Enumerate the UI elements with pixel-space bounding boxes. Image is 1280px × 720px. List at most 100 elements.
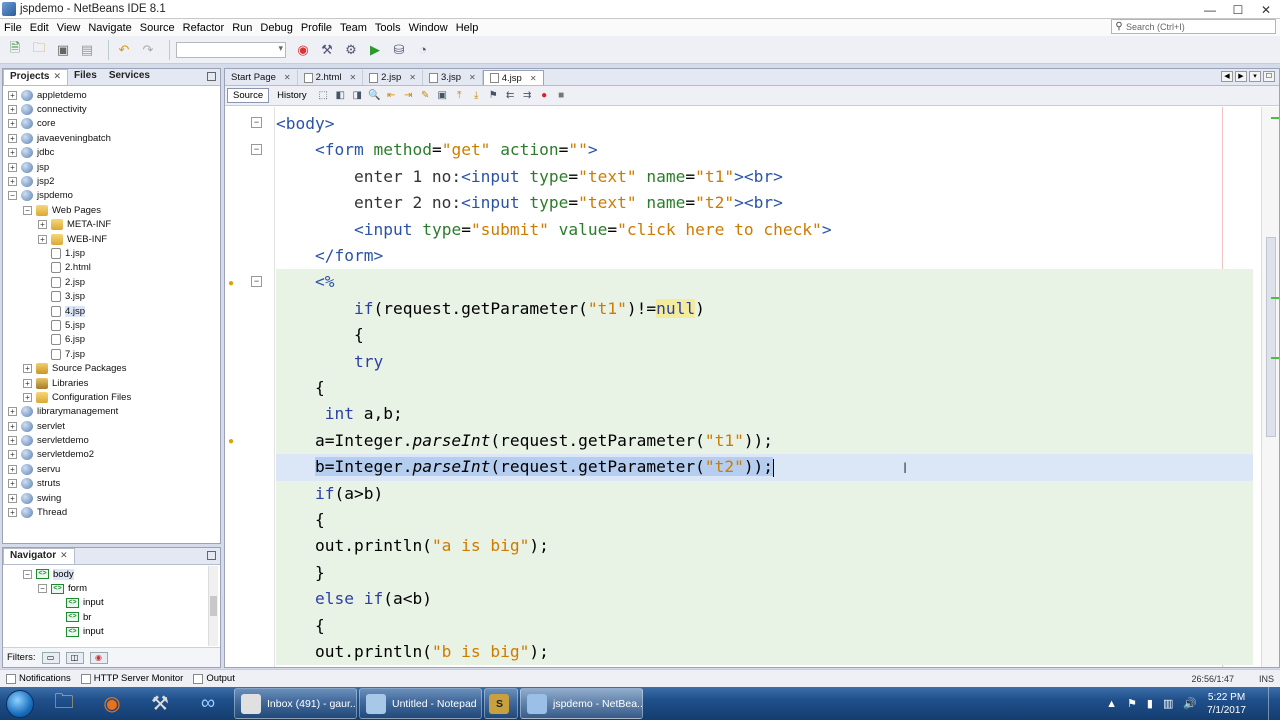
- tree-node[interactable]: + WEB-INF: [3, 232, 220, 246]
- navigator-node[interactable]: <> input: [3, 625, 220, 639]
- close-tab-icon[interactable]: ✕: [349, 73, 356, 82]
- forward-icon[interactable]: ◨: [351, 89, 364, 102]
- code-line[interactable]: try: [276, 348, 1253, 375]
- find-previous-icon[interactable]: ⇤: [385, 89, 398, 102]
- code-line[interactable]: {: [276, 375, 1253, 402]
- tree-node[interactable]: + Libraries: [3, 376, 220, 390]
- tree-node[interactable]: − jspdemo: [3, 189, 220, 203]
- explorer-pin-icon[interactable]: 🗀: [40, 688, 88, 719]
- expand-toggle-icon[interactable]: +: [8, 436, 17, 446]
- code-line[interactable]: if(a>b): [276, 480, 1253, 507]
- expand-toggle-icon[interactable]: +: [8, 105, 17, 115]
- tree-node[interactable]: + servletdemo: [3, 433, 220, 447]
- code-line[interactable]: }: [276, 559, 1253, 587]
- profile-icon[interactable]: ◔: [414, 41, 432, 59]
- tree-node[interactable]: 3.jsp: [3, 289, 220, 303]
- undo-icon[interactable]: ↶: [115, 41, 133, 59]
- start-macro-icon[interactable]: ●: [538, 89, 551, 102]
- editor-tab[interactable]: 3.jsp ✕: [423, 70, 483, 85]
- editor-tab[interactable]: Start Page ✕: [225, 70, 298, 85]
- tree-node[interactable]: + core: [3, 117, 220, 131]
- show-desktop-button[interactable]: [1268, 687, 1280, 720]
- debug-icon[interactable]: ⛁: [390, 41, 408, 59]
- menu-view[interactable]: View: [53, 22, 85, 34]
- filter-content-icon[interactable]: ◫: [65, 651, 84, 664]
- taskbar-task[interactable]: Untitled - Notepad: [359, 688, 482, 719]
- expand-toggle-icon[interactable]: −: [38, 584, 47, 594]
- stop-macro-icon[interactable]: ■: [555, 89, 568, 102]
- editor-tab[interactable]: 2.html ✕: [298, 70, 364, 85]
- history-view-button[interactable]: History: [271, 88, 313, 103]
- tree-node[interactable]: 6.jsp: [3, 333, 220, 347]
- clock[interactable]: 5:22 PM 7/1/2017: [1207, 691, 1246, 717]
- open-project-icon[interactable]: ▣: [54, 41, 72, 59]
- expand-toggle-icon[interactable]: −: [23, 569, 32, 579]
- expand-toggle-icon[interactable]: −: [23, 205, 32, 215]
- tree-node[interactable]: + jdbc: [3, 146, 220, 160]
- filter-errors-icon[interactable]: ◉: [89, 651, 108, 664]
- hint-bulb-icon[interactable]: ●: [228, 279, 236, 289]
- code-line[interactable]: a=Integer.parseInt(request.getParameter(…: [276, 427, 1253, 455]
- taskbar-task[interactable]: Inbox (491) - gaur...: [234, 688, 357, 719]
- find-icon[interactable]: 🔍: [368, 89, 381, 102]
- code-area[interactable]: − − − ● ● <body> <form method="get" acti…: [225, 107, 1279, 667]
- editor-scrollbar[interactable]: [1261, 107, 1279, 667]
- build-icon[interactable]: ⚒: [318, 41, 336, 59]
- run-icon[interactable]: ▶: [366, 41, 384, 59]
- tree-node[interactable]: + struts: [3, 477, 220, 491]
- tree-node[interactable]: + META-INF: [3, 218, 220, 232]
- tab-services[interactable]: Services: [103, 69, 156, 85]
- close-tab-icon[interactable]: ✕: [409, 73, 416, 82]
- navigator-node[interactable]: <> br: [3, 610, 220, 624]
- code-line[interactable]: <body>: [276, 111, 1253, 137]
- tree-node[interactable]: + jsp: [3, 160, 220, 174]
- tray-volume-icon[interactable]: 🔊: [1183, 697, 1197, 710]
- notifications-item[interactable]: Notifications: [6, 673, 71, 684]
- close-button[interactable]: ✕: [1252, 0, 1280, 19]
- close-icon[interactable]: ✕: [53, 71, 61, 81]
- expand-toggle-icon[interactable]: −: [8, 191, 17, 201]
- previous-bookmark-icon[interactable]: ⤒: [453, 89, 466, 102]
- menu-team[interactable]: Team: [336, 22, 371, 34]
- expand-toggle-icon[interactable]: +: [8, 119, 17, 129]
- navigator-node[interactable]: <> input: [3, 596, 220, 610]
- expand-toggle-icon[interactable]: +: [8, 162, 17, 172]
- menu-debug[interactable]: Debug: [256, 22, 296, 34]
- fold-toggle[interactable]: −: [251, 276, 262, 287]
- scroll-right-icon[interactable]: ▶: [1235, 71, 1247, 82]
- tree-node[interactable]: + Source Packages: [3, 361, 220, 375]
- scroll-thumb[interactable]: [210, 596, 217, 616]
- browser-icon[interactable]: ◉: [294, 41, 312, 59]
- expand-toggle-icon[interactable]: +: [23, 378, 32, 388]
- tree-node[interactable]: 7.jsp: [3, 347, 220, 361]
- http-monitor-item[interactable]: HTTP Server Monitor: [80, 673, 183, 684]
- tree-node[interactable]: + swing: [3, 491, 220, 505]
- navigator-scrollbar[interactable]: [208, 566, 218, 646]
- code-line[interactable]: <input type="submit" value="click here t…: [276, 217, 1253, 243]
- toggle-selection-icon[interactable]: ▣: [436, 89, 449, 102]
- editor-tab[interactable]: 2.jsp ✕: [363, 70, 423, 85]
- scroll-left-icon[interactable]: ◀: [1221, 71, 1233, 82]
- shift-right-icon[interactable]: ⇉: [521, 89, 534, 102]
- quick-search[interactable]: ⚲ Search (Ctrl+I): [1111, 19, 1276, 34]
- tab-files[interactable]: Files: [68, 69, 103, 85]
- menu-help[interactable]: Help: [452, 22, 483, 34]
- minimize-icon[interactable]: [207, 72, 216, 81]
- clean-build-icon[interactable]: ⚙: [342, 41, 360, 59]
- tree-node[interactable]: 4.jsp: [3, 304, 220, 318]
- new-project-icon[interactable]: 🗀: [30, 40, 48, 59]
- tree-node[interactable]: + jsp2: [3, 174, 220, 188]
- minimize-button[interactable]: —: [1196, 0, 1224, 19]
- toggle-highlight-icon[interactable]: ✎: [419, 89, 432, 102]
- menu-file[interactable]: File: [0, 22, 26, 34]
- tree-node[interactable]: + Thread: [3, 505, 220, 519]
- code-lines[interactable]: <body> <form method="get" action=""> ent…: [276, 107, 1253, 667]
- expand-toggle-icon[interactable]: +: [8, 90, 17, 100]
- navigator-node[interactable]: − <> form: [3, 581, 220, 595]
- expand-toggle-icon[interactable]: +: [8, 508, 17, 518]
- maximize-icon[interactable]: ☐: [1263, 71, 1275, 82]
- source-view-button[interactable]: Source: [227, 88, 270, 103]
- find-next-icon[interactable]: ⇥: [402, 89, 415, 102]
- tree-node[interactable]: 5.jsp: [3, 318, 220, 332]
- fold-toggle[interactable]: −: [251, 144, 262, 155]
